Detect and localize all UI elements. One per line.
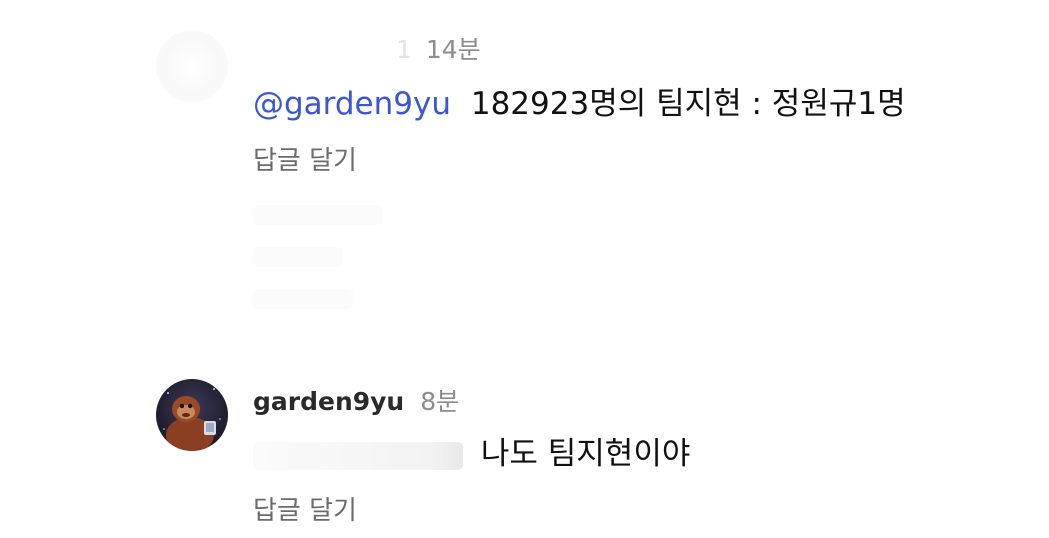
reply-button[interactable]: 답글 달기 <box>253 140 357 177</box>
orangutan-avatar-icon <box>156 379 228 451</box>
avatar[interactable] <box>156 30 228 102</box>
reply-button[interactable]: 답글 달기 <box>253 490 357 527</box>
mention-link[interactable]: @garden9yu <box>253 86 451 122</box>
username[interactable]: garden9yu <box>253 387 404 416</box>
comment-text: @garden9yu 182923명의 팀지현 : 정원규1명 <box>253 78 906 123</box>
comment-time: 8분 <box>420 387 460 416</box>
faded-content <box>253 205 413 315</box>
obscured-username: 1 <box>396 35 412 64</box>
comment-meta: garden9yu 8분 <box>253 382 459 418</box>
obscured-text <box>253 441 463 470</box>
comment-meta: 1 14분 <box>396 30 481 66</box>
avatar[interactable] <box>156 379 228 451</box>
comment-text: 나도 팀지현이야 <box>253 428 690 473</box>
comment-time: 14분 <box>425 35 481 64</box>
comment-body: 182923명의 팀지현 : 정원규1명 <box>470 86 906 122</box>
comment-body: 나도 팀지현이야 <box>480 436 691 472</box>
